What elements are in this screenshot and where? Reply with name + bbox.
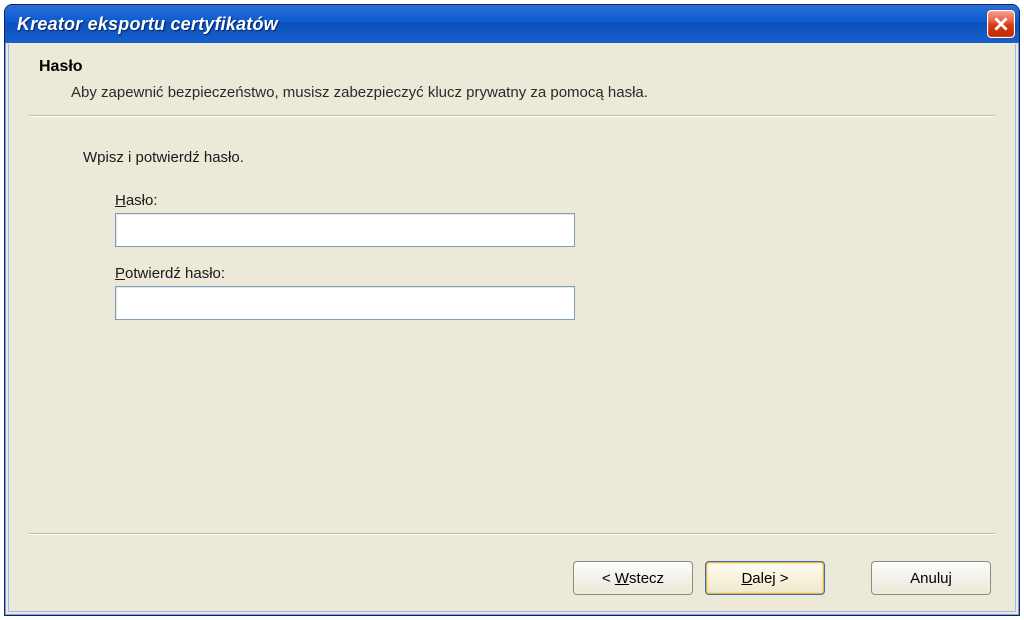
wizard-header: Hasło Aby zapewnić bezpieczeństwo, musis… (9, 44, 1015, 121)
confirm-password-input[interactable] (115, 286, 575, 320)
wizard-footer: < Wstecz Dalej > Anuluj (573, 561, 991, 595)
next-accel: D (741, 570, 752, 587)
back-prefix: < (602, 570, 615, 587)
back-accel: W (615, 570, 629, 587)
page-description: Aby zapewnić bezpieczeństwo, musisz zabe… (71, 84, 975, 101)
next-rest: alej > (752, 570, 788, 587)
confirm-label: Potwierdź hasło: (115, 265, 975, 282)
header-separator (29, 115, 995, 117)
instruction-text: Wpisz i potwierdź hasło. (83, 149, 975, 166)
window-title: Kreator eksportu certyfikatów (17, 14, 278, 35)
close-icon (994, 17, 1008, 31)
confirm-label-rest: otwierdź hasło: (125, 265, 225, 282)
client-area: Hasło Aby zapewnić bezpieczeństwo, musis… (8, 44, 1016, 612)
footer-separator (29, 533, 995, 535)
password-label: Hasło: (115, 192, 975, 209)
password-input[interactable] (115, 213, 575, 247)
back-rest: stecz (629, 570, 664, 587)
password-label-accel: H (115, 192, 126, 209)
wizard-window: Kreator eksportu certyfikatów Hasło Aby … (4, 4, 1020, 616)
page-title: Hasło (39, 58, 1015, 76)
confirm-label-accel: P (115, 265, 125, 282)
wizard-body: Wpisz i potwierdź hasło. Hasło: Potwierd… (9, 121, 1015, 320)
cancel-button[interactable]: Anuluj (871, 561, 991, 595)
next-button[interactable]: Dalej > (705, 561, 825, 595)
title-bar: Kreator eksportu certyfikatów (5, 5, 1019, 43)
cancel-label: Anuluj (910, 570, 952, 587)
password-field-group: Hasło: (115, 192, 975, 247)
close-button[interactable] (987, 10, 1015, 38)
password-label-rest: asło: (126, 192, 158, 209)
confirm-field-group: Potwierdź hasło: (115, 265, 975, 320)
back-button[interactable]: < Wstecz (573, 561, 693, 595)
